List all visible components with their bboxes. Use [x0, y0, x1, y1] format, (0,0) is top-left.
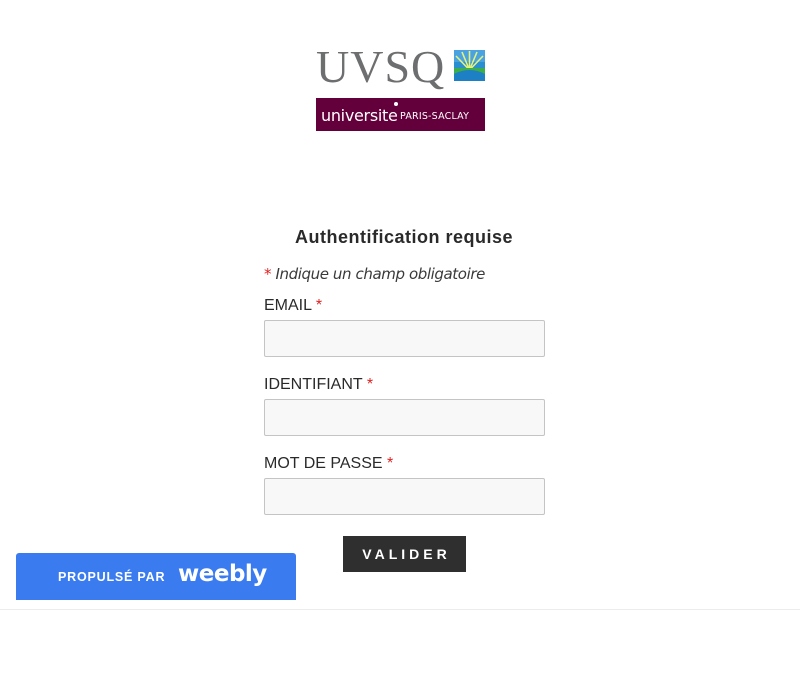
badge-prefix: PROPULSÉ PAR — [58, 570, 166, 584]
weebly-logo: weebly — [178, 561, 267, 587]
paris-saclay-dot — [394, 102, 398, 106]
email-label-text: EMAIL — [264, 297, 312, 314]
required-star: * — [366, 376, 374, 393]
required-star: * — [387, 455, 394, 472]
identifiant-label-text: IDENTIFIANT — [264, 376, 363, 393]
university-logo: UVSQ universite PARIS-SACLAY — [316, 41, 486, 132]
footer-divider — [0, 609, 800, 610]
identifiant-label: IDENTIFIANT * — [264, 376, 373, 394]
uvsq-wordmark: UVSQ — [316, 41, 446, 92]
paris-saclay-logo: universite PARIS-SACLAY — [316, 98, 485, 131]
required-note: * Indique un champ obligatoire — [264, 265, 485, 283]
password-label-text: MOT DE PASSE — [264, 455, 383, 472]
page-title: Authentification requise — [294, 227, 513, 247]
email-field[interactable] — [264, 320, 545, 357]
paris-saclay-sub-text: PARIS-SACLAY — [400, 111, 470, 122]
identifiant-field[interactable] — [264, 399, 545, 436]
required-note-text: Indique un champ obligatoire — [275, 265, 485, 283]
email-label: EMAIL * — [264, 297, 322, 315]
submit-button[interactable]: VALIDER — [343, 536, 466, 572]
uvsq-emblem-icon — [454, 50, 485, 81]
paris-saclay-main-text: universite — [321, 106, 398, 125]
weebly-badge[interactable]: PROPULSÉ PAR weebly — [16, 553, 296, 600]
required-star: * — [315, 297, 323, 314]
required-star: * — [264, 265, 272, 283]
password-label: MOT DE PASSE * — [264, 455, 393, 473]
password-field[interactable] — [264, 478, 545, 515]
